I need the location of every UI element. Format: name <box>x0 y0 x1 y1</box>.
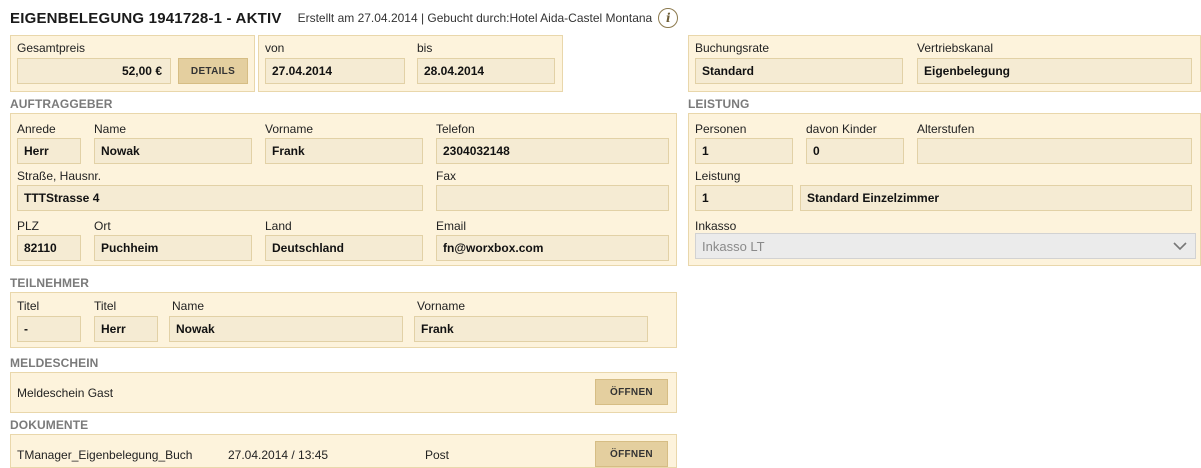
name-label: Name <box>94 122 127 136</box>
name-field: Nowak <box>94 138 252 164</box>
document-type: Post <box>425 448 450 462</box>
document-date: 27.04.2014 / 13:45 <box>228 448 329 462</box>
email-field: fn@worxbox.com <box>436 235 669 261</box>
alterstufen-label: Alterstufen <box>917 122 975 136</box>
meldeschein-open-button[interactable]: ÖFFNEN <box>595 379 668 405</box>
page-subtitle: Erstellt am 27.04.2014 | Gebucht durch:H… <box>297 11 653 25</box>
document-open-button[interactable]: ÖFFNEN <box>595 441 668 467</box>
strasse-field: TTTStrasse 4 <box>17 185 423 211</box>
document-name: TManager_Eigenbelegung_Buch <box>17 448 193 462</box>
vorname-label: Vorname <box>265 122 314 136</box>
to-date-field: 28.04.2014 <box>417 58 555 84</box>
land-label: Land <box>265 219 292 233</box>
to-date-label: bis <box>417 41 433 55</box>
leistung-name-field: Standard Einzelzimmer <box>800 185 1192 211</box>
teilnehmer-section-title: TEILNEHMER <box>10 276 89 290</box>
booking-rate-field: Standard <box>695 58 903 84</box>
auftraggeber-section-title: AUFTRAGGEBER <box>10 97 113 111</box>
plz-field: 82110 <box>17 235 81 261</box>
email-label: Email <box>436 219 467 233</box>
price-field: 52,00 € <box>17 58 171 84</box>
details-button[interactable]: DETAILS <box>178 58 248 84</box>
kinder-field: 0 <box>806 138 904 164</box>
ort-field: Puchheim <box>94 235 252 261</box>
chevron-down-icon <box>1173 242 1187 251</box>
from-date-label: von <box>265 41 285 55</box>
anrede-label: Anrede <box>17 122 56 136</box>
telefon-label: Telefon <box>436 122 475 136</box>
anrede-field: Herr <box>17 138 81 164</box>
page-title: EIGENBELEGUNG 1941728-1 - AKTIV <box>10 9 282 27</box>
page-header: EIGENBELEGUNG 1941728-1 - AKTIV Erstellt… <box>10 8 679 28</box>
teilnehmer-name-field: Nowak <box>169 316 403 342</box>
plz-label: PLZ <box>17 219 40 233</box>
leistung-section-title: LEISTUNG <box>688 97 750 111</box>
alterstufen-field <box>917 138 1192 164</box>
teilnehmer-titel2-label: Titel <box>94 299 117 313</box>
meldeschein-section-title: MELDESCHEIN <box>10 356 99 370</box>
from-date-field: 27.04.2014 <box>265 58 405 84</box>
sales-channel-label: Vertriebskanal <box>917 41 994 55</box>
booking-rate-label: Buchungsrate <box>695 41 770 55</box>
leistung-label: Leistung <box>695 169 741 183</box>
fax-label: Fax <box>436 169 457 183</box>
teilnehmer-vorname-field: Frank <box>414 316 648 342</box>
teilnehmer-titel1-field: - <box>17 316 81 342</box>
strasse-label: Straße, Hausnr. <box>17 169 102 183</box>
meldeschein-item-label: Meldeschein Gast <box>17 386 114 400</box>
fax-field <box>436 185 669 211</box>
leistung-qty-field: 1 <box>695 185 793 211</box>
teilnehmer-vorname-label: Vorname <box>417 299 466 313</box>
land-field: Deutschland <box>265 235 423 261</box>
vorname-field: Frank <box>265 138 423 164</box>
teilnehmer-name-label: Name <box>172 299 205 313</box>
telefon-field: 2304032148 <box>436 138 669 164</box>
ort-label: Ort <box>94 219 111 233</box>
sales-channel-field: Eigenbelegung <box>917 58 1192 84</box>
personen-label: Personen <box>695 122 747 136</box>
inkasso-selected-value: Inkasso LT <box>702 238 765 254</box>
inkasso-select[interactable]: Inkasso LT <box>695 233 1196 259</box>
kinder-label: davon Kinder <box>806 122 877 136</box>
personen-field: 1 <box>695 138 793 164</box>
price-label: Gesamtpreis <box>17 41 86 55</box>
dokumente-section-title: DOKUMENTE <box>10 418 89 432</box>
teilnehmer-titel1-label: Titel <box>17 299 40 313</box>
teilnehmer-titel2-field: Herr <box>94 316 158 342</box>
info-icon[interactable]: i <box>658 8 679 28</box>
inkasso-label: Inkasso <box>695 219 737 233</box>
